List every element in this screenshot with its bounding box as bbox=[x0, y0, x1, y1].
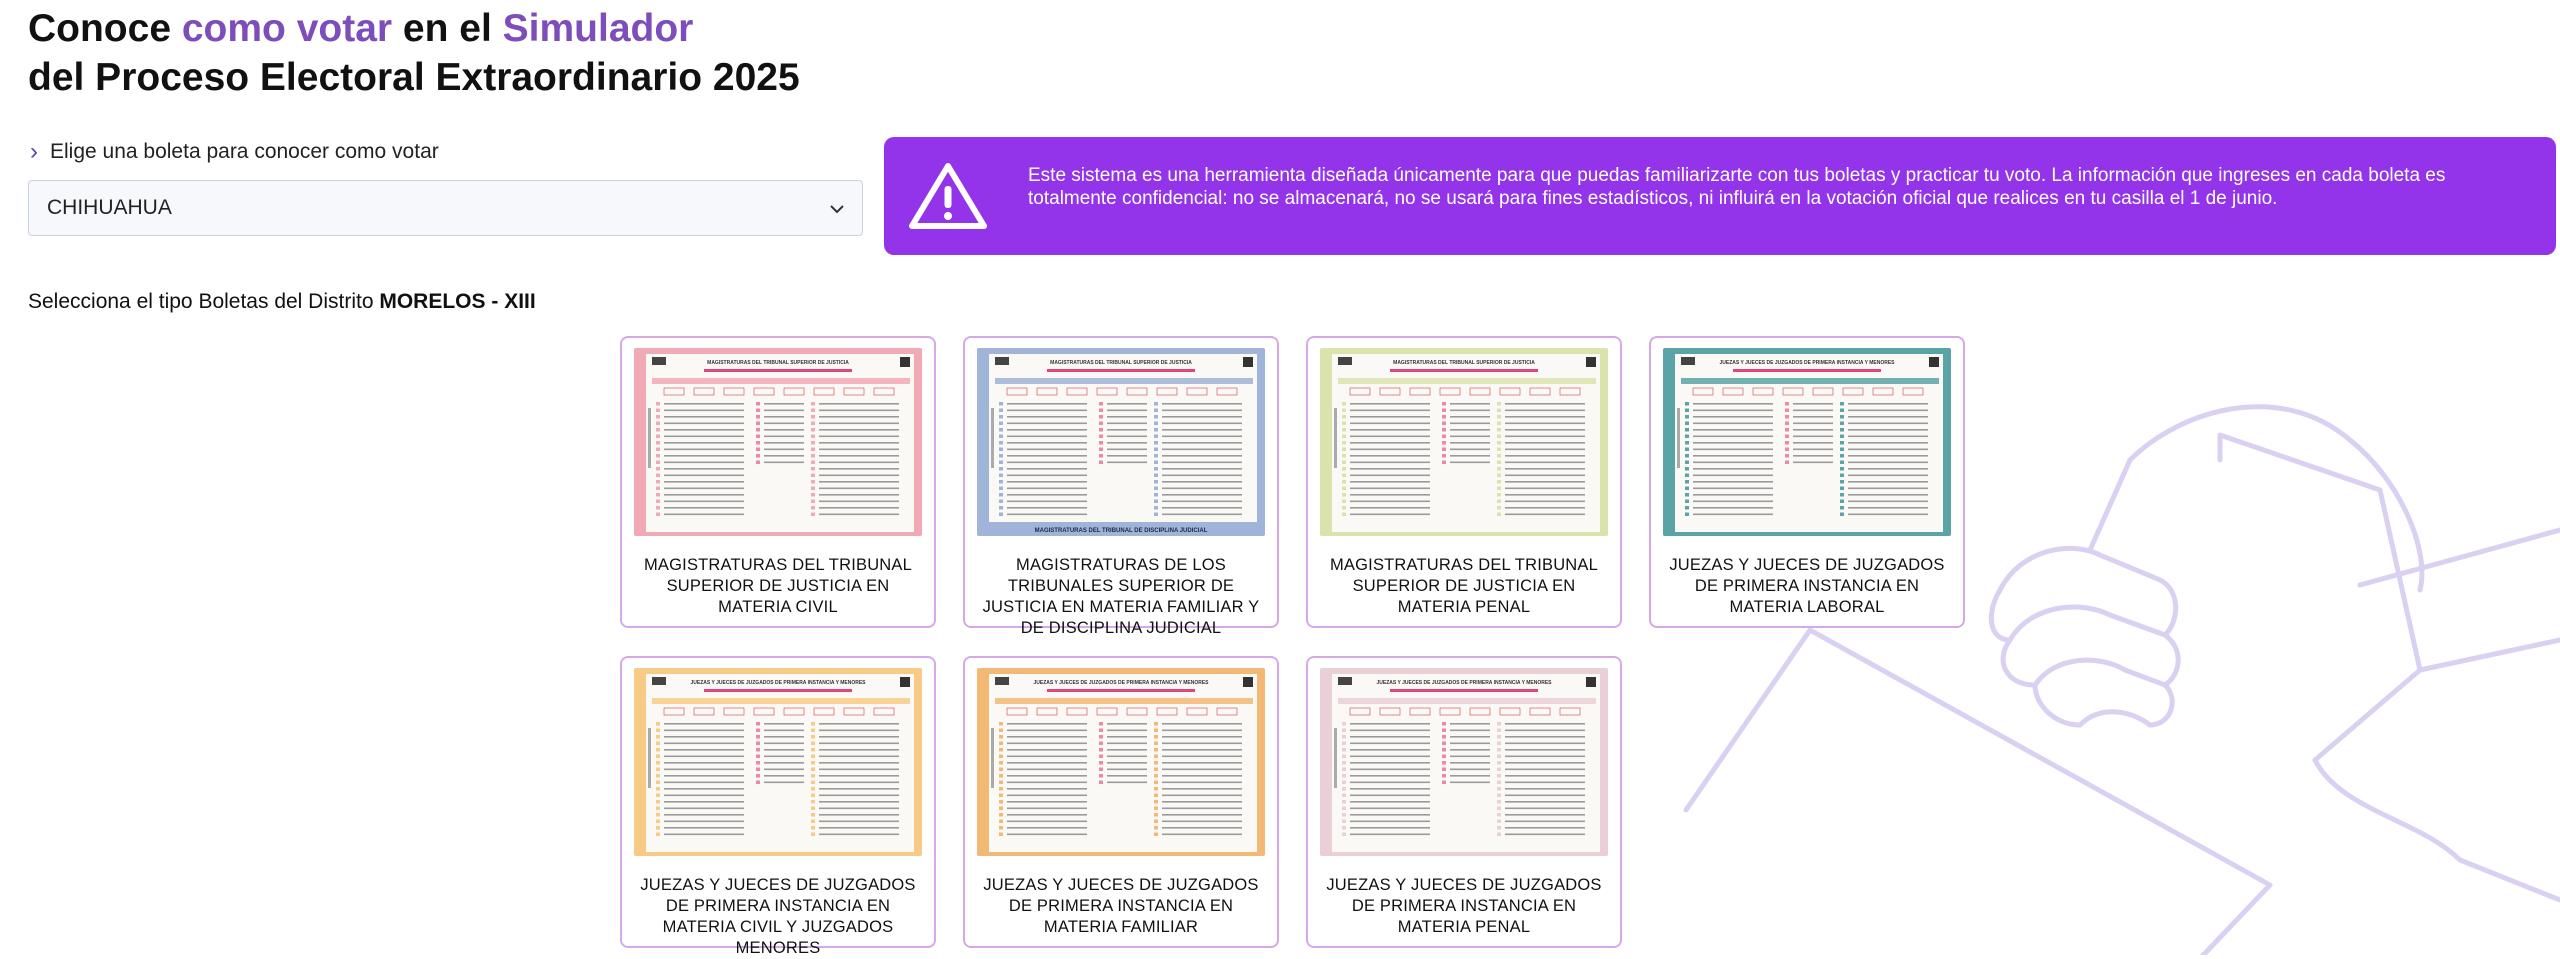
ballot-card-label: MAGISTRATURAS DEL TRIBUNAL SUPERIOR DE J… bbox=[1329, 556, 1599, 616]
svg-text:MAGISTRATURAS DEL TRIBUNAL SUP: MAGISTRATURAS DEL TRIBUNAL SUPERIOR DE J… bbox=[1050, 360, 1192, 366]
ballot-card[interactable]: JUEZAS Y JUECES DE JUZGADOS DE PRIMERA I… bbox=[963, 656, 1279, 948]
ballot-thumbnail: JUEZAS Y JUECES DE JUZGADOS DE PRIMERA I… bbox=[977, 668, 1265, 856]
ballot-card[interactable]: MAGISTRATURAS DEL TRIBUNAL SUPERIOR DE J… bbox=[620, 336, 936, 628]
title-text: Conoce bbox=[28, 7, 172, 50]
ballot-thumbnail: MAGISTRATURAS DEL TRIBUNAL SUPERIOR DE J… bbox=[977, 348, 1265, 536]
ballot-card-label: JUEZAS Y JUECES DE JUZGADOS DE PRIMERA I… bbox=[1669, 556, 1945, 616]
svg-text:JUEZAS Y JUECES DE JUZGADOS DE: JUEZAS Y JUECES DE JUZGADOS DE PRIMERA I… bbox=[1719, 360, 1895, 366]
ballot-card[interactable]: MAGISTRATURAS DEL TRIBUNAL SUPERIOR DE J… bbox=[963, 336, 1279, 637]
district-heading-prefix: Selecciona el tipo Boletas del Distrito bbox=[28, 290, 374, 313]
title-accent-text: Simulador bbox=[502, 7, 694, 50]
svg-text:JUEZAS Y JUECES DE JUZGADOS DE: JUEZAS Y JUECES DE JUZGADOS DE PRIMERA I… bbox=[1376, 680, 1552, 686]
chevron-down-icon bbox=[830, 198, 844, 219]
svg-text:JUEZAS Y JUECES DE JUZGADOS DE: JUEZAS Y JUECES DE JUZGADOS DE PRIMERA I… bbox=[690, 680, 866, 686]
ballot-card-label: MAGISTRATURAS DE LOS TRIBUNALES SUPERIOR… bbox=[982, 556, 1260, 637]
district-heading: Selecciona el tipo Boletas del Distrito … bbox=[28, 290, 536, 314]
district-name: MORELOS - XIII bbox=[379, 290, 536, 313]
privacy-alert: Este sistema es una herramienta diseñada… bbox=[884, 137, 2556, 255]
state-select-value: CHIHUAHUA bbox=[47, 196, 172, 219]
ballot-thumbnail: JUEZAS Y JUECES DE JUZGADOS DE PRIMERA I… bbox=[1320, 668, 1608, 856]
ballot-thumbnail: MAGISTRATURAS DEL TRIBUNAL SUPERIOR DE J… bbox=[634, 348, 922, 536]
ballot-chooser-text: Elige una boleta para conocer como votar bbox=[50, 140, 439, 163]
state-select[interactable]: CHIHUAHUA bbox=[28, 180, 863, 236]
ballot-card[interactable]: JUEZAS Y JUECES DE JUZGADOS DE PRIMERA I… bbox=[620, 656, 936, 957]
ballot-chooser-label: › Elige una boleta para conocer como vot… bbox=[30, 140, 439, 164]
ballot-card[interactable]: JUEZAS Y JUECES DE JUZGADOS DE PRIMERA I… bbox=[1649, 336, 1965, 628]
ballot-card-label: JUEZAS Y JUECES DE JUZGADOS DE PRIMERA I… bbox=[640, 876, 916, 957]
ballot-card-label: MAGISTRATURAS DEL TRIBUNAL SUPERIOR DE J… bbox=[643, 556, 913, 616]
ballot-card[interactable]: MAGISTRATURAS DEL TRIBUNAL SUPERIOR DE J… bbox=[1306, 336, 1622, 628]
title-accent-text: como votar bbox=[181, 7, 393, 50]
warning-triangle-icon bbox=[909, 163, 987, 229]
chevron-right-icon: › bbox=[30, 138, 38, 165]
ballot-thumbnail: JUEZAS Y JUECES DE JUZGADOS DE PRIMERA I… bbox=[634, 668, 922, 856]
ballot-grid: MAGISTRATURAS DEL TRIBUNAL SUPERIOR DE J… bbox=[620, 336, 1965, 957]
ballot-thumbnail: MAGISTRATURAS DEL TRIBUNAL SUPERIOR DE J… bbox=[1320, 348, 1608, 536]
title-text: en el bbox=[402, 7, 492, 50]
page-title: Conoce como votar en el Simulador del Pr… bbox=[28, 4, 800, 102]
svg-text:MAGISTRATURAS DEL TRIBUNAL DE: MAGISTRATURAS DEL TRIBUNAL DE DISCIPLINA… bbox=[1035, 528, 1208, 534]
privacy-alert-text: Este sistema es una herramienta diseñada… bbox=[1028, 165, 2446, 209]
ballot-card-label: JUEZAS Y JUECES DE JUZGADOS DE PRIMERA I… bbox=[1326, 876, 1602, 936]
ballot-card[interactable]: JUEZAS Y JUECES DE JUZGADOS DE PRIMERA I… bbox=[1306, 656, 1622, 948]
title-subtitle: del Proceso Electoral Extraordinario 202… bbox=[28, 56, 800, 99]
svg-text:JUEZAS Y JUECES DE JUZGADOS DE: JUEZAS Y JUECES DE JUZGADOS DE PRIMERA I… bbox=[1033, 680, 1209, 686]
svg-text:MAGISTRATURAS DEL TRIBUNAL SUP: MAGISTRATURAS DEL TRIBUNAL SUPERIOR DE J… bbox=[707, 360, 849, 366]
ballot-card-label: JUEZAS Y JUECES DE JUZGADOS DE PRIMERA I… bbox=[983, 876, 1259, 936]
ballot-thumbnail: JUEZAS Y JUECES DE JUZGADOS DE PRIMERA I… bbox=[1663, 348, 1951, 536]
svg-text:MAGISTRATURAS DEL TRIBUNAL SUP: MAGISTRATURAS DEL TRIBUNAL SUPERIOR DE J… bbox=[1393, 360, 1535, 366]
